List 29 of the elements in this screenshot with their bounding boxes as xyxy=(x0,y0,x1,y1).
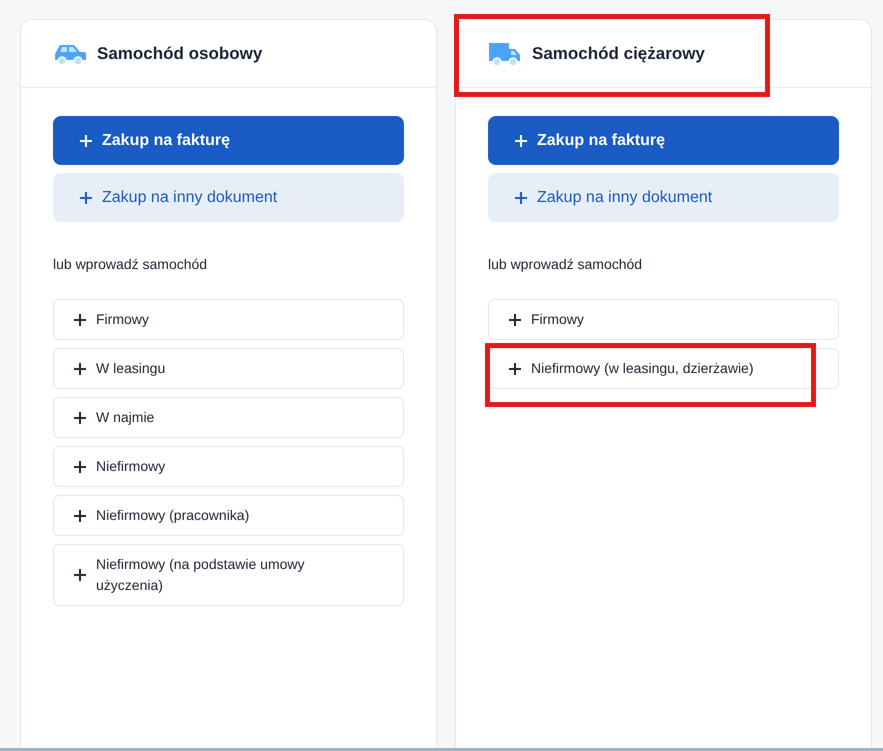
vehicle-option[interactable]: W najmie xyxy=(53,397,404,438)
plus-icon xyxy=(509,314,521,326)
prompt-text: lub wprowadź samochód xyxy=(53,255,208,274)
card-title: Samochód osobowy xyxy=(97,42,262,65)
plus-icon xyxy=(74,314,86,326)
invoice-purchase-button[interactable]: Zakup na fakturę xyxy=(53,116,404,165)
plus-icon xyxy=(515,192,527,204)
vehicle-option[interactable]: Niefirmowy (pracownika) xyxy=(53,495,404,536)
plus-icon xyxy=(74,510,86,522)
plus-icon xyxy=(509,362,521,374)
other-document-button[interactable]: Zakup na inny dokument xyxy=(488,173,839,222)
vehicle-option[interactable]: Firmowy xyxy=(53,299,404,340)
prompt-text: lub wprowadź samochód xyxy=(488,255,644,274)
plus-icon xyxy=(74,460,86,472)
plus-icon xyxy=(74,362,86,374)
plus-icon xyxy=(80,134,92,146)
vehicle-option[interactable]: W leasingu xyxy=(53,348,404,389)
invoice-purchase-button[interactable]: Zakup na fakturę xyxy=(488,116,839,165)
plus-icon xyxy=(74,569,86,581)
card-title: Samochód ciężarowy xyxy=(532,42,705,65)
vehicle-option[interactable]: Niefirmowy xyxy=(53,446,404,487)
plus-icon xyxy=(74,412,86,424)
vehicle-option[interactable]: Firmowy xyxy=(488,299,839,340)
other-document-button[interactable]: Zakup na inny dokument xyxy=(53,173,404,222)
vehicle-option[interactable]: Niefirmowy (na podstawie umowy użyczenia) xyxy=(53,544,404,606)
vehicle-option[interactable]: Niefirmowy (w leasingu, dzierżawie) xyxy=(488,348,839,389)
plus-icon xyxy=(515,134,527,146)
plus-icon xyxy=(80,192,92,204)
truck-icon xyxy=(488,40,522,66)
